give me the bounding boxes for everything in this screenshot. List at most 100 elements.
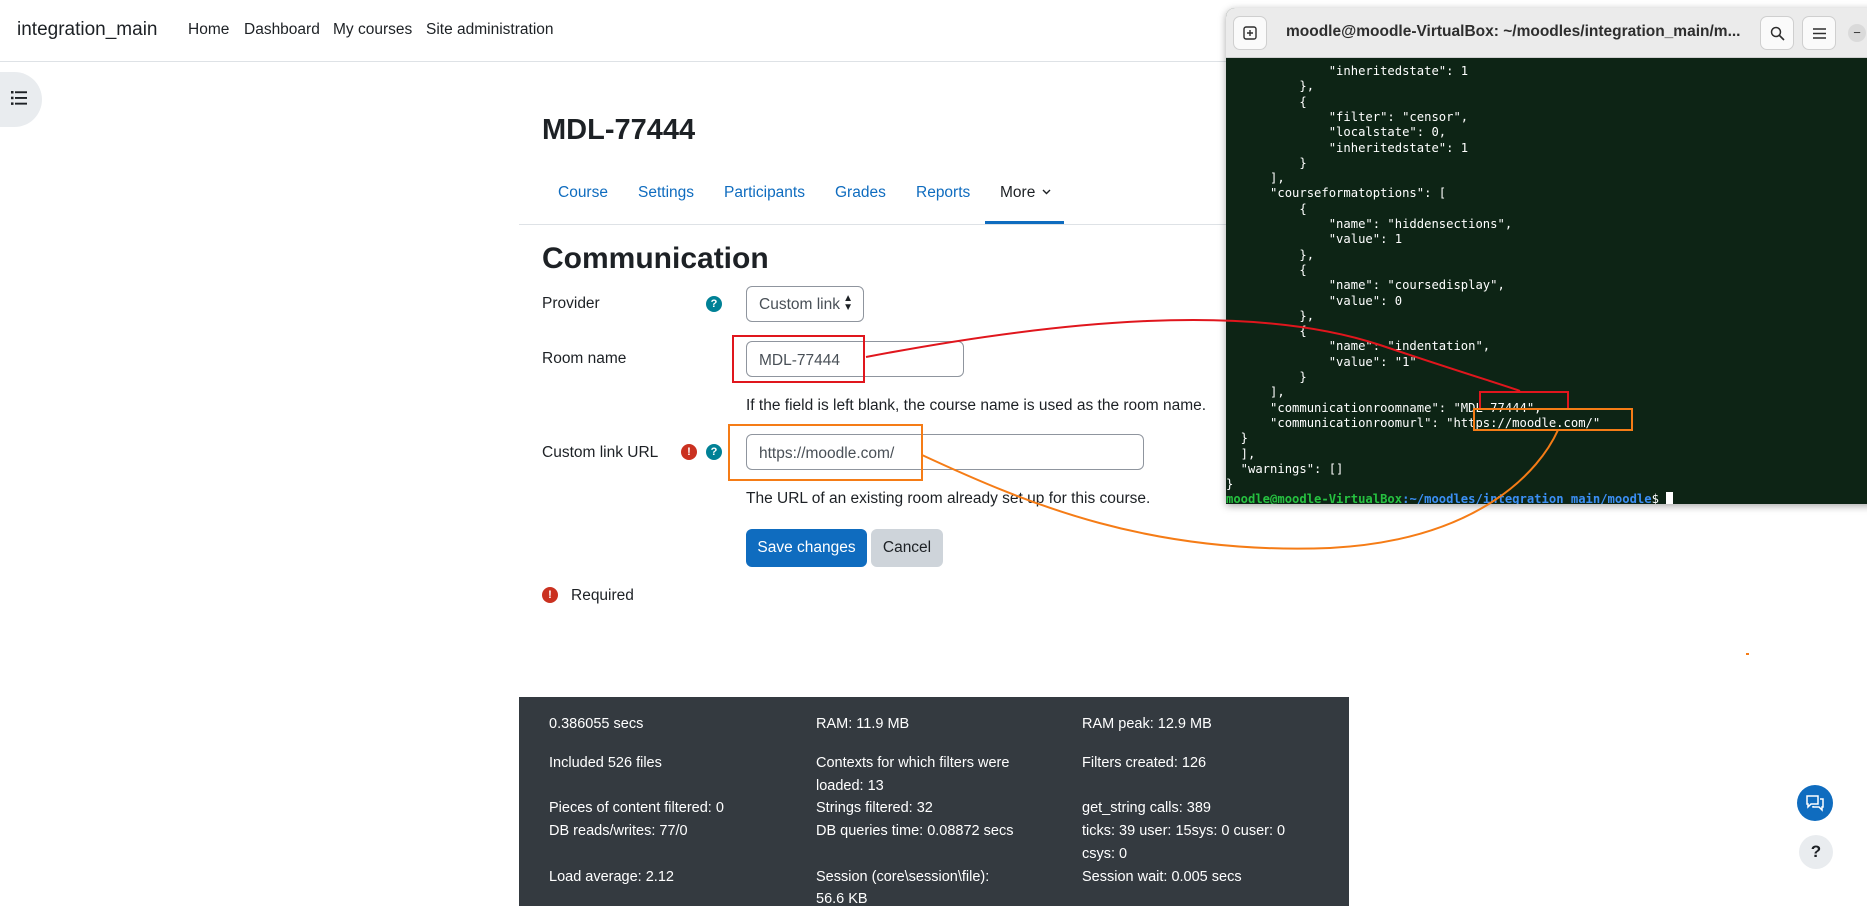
tab-grades[interactable]: Grades — [835, 184, 886, 202]
terminal-line: "name": "indentation", — [1226, 339, 1491, 354]
terminal-line: "name": "hiddensections", — [1226, 217, 1513, 231]
page-heading: Communication — [542, 242, 769, 275]
performance-info-panel: 0.386055 secs Included 526 files Pieces … — [519, 697, 1349, 907]
perf-item: 56.6 KB — [816, 891, 868, 907]
room-name-hint: If the field is left blank, the course n… — [746, 397, 1207, 414]
course-title: MDL-77444 — [542, 114, 696, 146]
terminal-line: { — [1226, 201, 1307, 216]
terminal-line: { — [1226, 262, 1307, 277]
course-index-toggle[interactable] — [0, 72, 42, 127]
terminal-prompt[interactable]: moodle@moodle-VirtualBox:~/moodles/integ… — [1226, 492, 1674, 504]
cursor — [1666, 492, 1674, 504]
perf-item: loaded: 13 — [816, 778, 884, 794]
cancel-button[interactable]: Cancel — [871, 529, 943, 567]
terminal-line: "value": 1 — [1226, 232, 1403, 247]
chat-icon — [1806, 795, 1824, 812]
new-tab-icon — [1243, 26, 1257, 40]
perf-item: Contexts for which filters were — [816, 755, 1010, 771]
terminal-line: "inheritedstate": 1 — [1226, 140, 1469, 155]
perf-item: 0.386055 secs — [549, 716, 644, 732]
terminal-titlebar[interactable]: moodle@moodle-VirtualBox: ~/moodles/inte… — [1226, 8, 1867, 58]
terminal-title: moodle@moodle-VirtualBox: ~/moodles/inte… — [1286, 23, 1741, 40]
terminal-line: } — [1226, 477, 1234, 492]
terminal-line: }, — [1226, 308, 1315, 323]
provider-label: Provider — [542, 295, 600, 312]
terminal-line: }, — [1226, 247, 1315, 262]
active-tab-indicator — [985, 221, 1064, 224]
terminal-window[interactable]: moodle@moodle-VirtualBox: ~/moodles/inte… — [1226, 8, 1867, 504]
terminal-line: ], — [1226, 446, 1256, 461]
provider-select[interactable]: Custom link ▲ ▼ — [746, 286, 864, 322]
terminal-line: ], — [1226, 171, 1285, 186]
perf-item: get_string calls: 389 — [1082, 800, 1211, 816]
terminal-line: "name": "coursedisplay", — [1226, 278, 1505, 293]
terminal-line: "localstate": 0, — [1226, 125, 1447, 140]
roomurl-output-highlight-box — [1473, 408, 1633, 431]
tab-course[interactable]: Course — [558, 184, 608, 202]
help-icon[interactable]: ? — [706, 444, 722, 460]
perf-item: Pieces of content filtered: 0 — [549, 800, 724, 816]
prompt-user: moodle@moodle-VirtualBox — [1226, 492, 1403, 504]
orange-mark — [1746, 653, 1749, 655]
terminal-line: "value": "1" — [1226, 354, 1417, 369]
provider-select-value: Custom link — [759, 296, 840, 313]
perf-item: Included 526 files — [549, 755, 662, 771]
terminal-line: { — [1226, 94, 1307, 109]
tab-participants[interactable]: Participants — [724, 184, 805, 202]
hamburger-icon — [1813, 28, 1826, 39]
perf-item: Strings filtered: 32 — [816, 800, 933, 816]
terminal-line: "courseformatoptions": [ — [1226, 186, 1447, 201]
perf-item: RAM: 11.9 MB — [816, 716, 910, 732]
terminal-line: ], — [1226, 385, 1285, 400]
required-icon: ! — [542, 587, 558, 603]
terminal-line: }, — [1226, 79, 1315, 94]
terminal-line: "warnings": [] — [1226, 461, 1344, 476]
nav-home[interactable]: Home — [188, 21, 229, 39]
site-brand[interactable]: integration_main — [17, 19, 157, 41]
terminal-line: "inheritedstate": 1 — [1226, 64, 1469, 78]
tab-settings[interactable]: Settings — [638, 184, 694, 202]
nav-site-administration[interactable]: Site administration — [426, 21, 554, 39]
list-icon — [11, 91, 27, 105]
tab-more-label: More — [1000, 184, 1036, 201]
terminal-line: "value": 0 — [1226, 293, 1403, 308]
tab-more[interactable]: More — [1000, 184, 1051, 202]
perf-item: Session (core\session\file): — [816, 869, 990, 885]
chevron-down-icon — [1042, 189, 1051, 195]
save-changes-button[interactable]: Save changes — [746, 529, 867, 567]
new-tab-button[interactable] — [1233, 16, 1267, 50]
terminal-line: } — [1226, 370, 1307, 384]
custom-url-hint: The URL of an existing room already set … — [746, 490, 1151, 507]
help-icon[interactable]: ? — [706, 296, 722, 312]
prompt-path: :~/moodles/integration_main/moodle — [1402, 492, 1652, 504]
nav-dashboard[interactable]: Dashboard — [244, 21, 320, 39]
required-note: Required — [571, 587, 634, 604]
nav-my-courses[interactable]: My courses — [333, 21, 412, 39]
perf-item: RAM peak: 12.9 MB — [1082, 716, 1212, 732]
perf-item: csys: 0 — [1082, 846, 1128, 862]
messaging-button[interactable] — [1797, 785, 1833, 821]
question-icon: ? — [1810, 842, 1822, 861]
terminal-line: "filter": "censor", — [1226, 109, 1469, 124]
terminal-line: } — [1226, 431, 1249, 446]
room-name-label: Room name — [542, 350, 627, 367]
menu-button[interactable] — [1802, 16, 1836, 50]
perf-item: Load average: 2.12 — [549, 869, 674, 885]
prompt-symbol: $ — [1651, 492, 1667, 504]
minimize-button[interactable]: − — [1848, 24, 1866, 42]
required-icon: ! — [681, 444, 697, 460]
help-button[interactable]: ? — [1799, 835, 1833, 869]
custom-url-label: Custom link URL — [542, 444, 659, 461]
perf-item: DB reads/writes: 77/0 — [549, 823, 688, 839]
perf-item: DB queries time: 0.08872 secs — [816, 823, 1014, 839]
terminal-line: { — [1226, 324, 1307, 339]
perf-item: Filters created: 126 — [1082, 755, 1207, 771]
room-name-highlight-box — [732, 335, 865, 383]
select-arrows-icon: ▲ ▼ — [843, 293, 853, 313]
search-button[interactable] — [1760, 16, 1794, 50]
custom-url-highlight-box — [728, 424, 923, 481]
perf-item: Session wait: 0.005 secs — [1082, 869, 1242, 885]
tab-reports[interactable]: Reports — [916, 184, 970, 202]
search-icon — [1770, 26, 1785, 41]
terminal-line: } — [1226, 155, 1307, 170]
